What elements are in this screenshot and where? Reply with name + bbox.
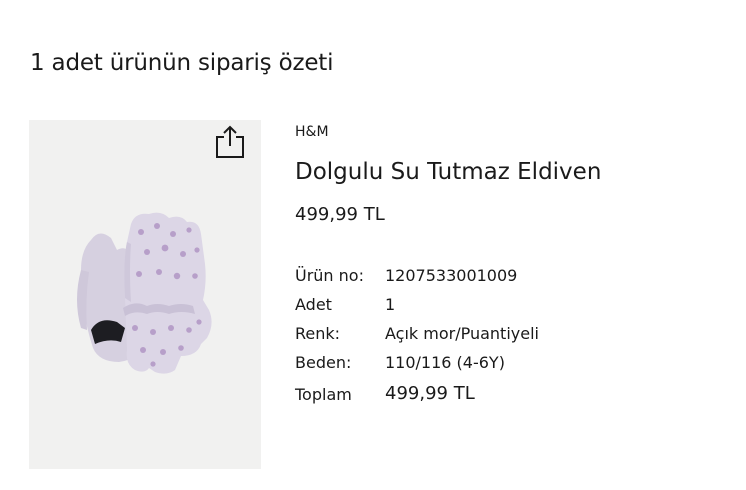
detail-value: Açık mor/Puantiyeli	[385, 324, 539, 343]
detail-label: Ürün no:	[295, 266, 364, 285]
detail-row-product-number: Ürün no: 1207533001009	[295, 266, 735, 290]
share-icon	[216, 125, 244, 158]
detail-row-quantity: Adet 1	[295, 295, 735, 319]
detail-value: 1207533001009	[385, 266, 518, 285]
detail-label: Toplam	[295, 385, 352, 404]
detail-label: Adet	[295, 295, 332, 314]
share-button[interactable]	[210, 121, 250, 163]
detail-label: Beden:	[295, 353, 352, 372]
detail-row-color: Renk: Açık mor/Puantiyeli	[295, 324, 735, 348]
glove-product-image	[77, 212, 212, 374]
detail-row-size: Beden: 110/116 (4-6Y)	[295, 353, 735, 377]
detail-label: Renk:	[295, 324, 341, 343]
product-image-panel[interactable]	[29, 120, 261, 469]
product-name[interactable]: Dolgulu Su Tutmaz Eldiven	[295, 159, 601, 185]
total-price: 499,99 TL	[385, 383, 475, 404]
detail-value: 1	[385, 295, 396, 314]
page-title: 1 adet ürünün sipariş özeti	[30, 50, 334, 76]
product-price: 499,99 TL	[295, 204, 385, 225]
front-glove	[123, 212, 212, 374]
detail-row-total: Toplam 499,99 TL	[295, 383, 735, 409]
product-brand: H&M	[295, 124, 329, 140]
detail-value: 110/116 (4-6Y)	[385, 353, 505, 372]
